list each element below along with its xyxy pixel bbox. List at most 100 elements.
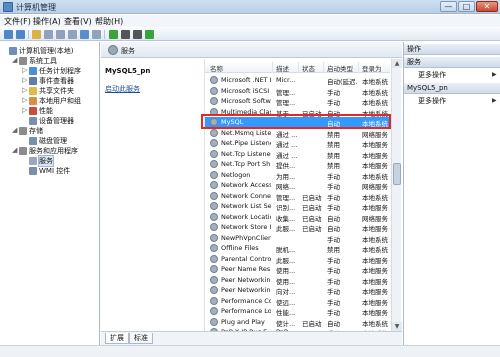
expand-arrow-icon[interactable]: ▷ — [22, 77, 28, 84]
service-row[interactable]: Performance Co... 使远... 手动 本地服务 — [205, 296, 390, 307]
more-actions-item[interactable]: 更多操作 — [418, 70, 446, 80]
play-icon[interactable] — [109, 30, 118, 39]
actions-section-header[interactable]: MySQL5_pn — [404, 83, 500, 94]
wmi-icon — [29, 167, 37, 175]
service-row[interactable]: Parental Controls 此服... 手动 本地服务 — [205, 254, 390, 265]
expand-arrow-icon[interactable]: ▷ — [22, 87, 28, 94]
service-startup-cell: 手动 — [327, 88, 340, 97]
back-icon[interactable] — [4, 30, 13, 39]
tree-item-label: 服务和应用程序 — [29, 147, 78, 155]
expand-arrow-icon — [22, 137, 28, 144]
collapse-arrow-icon[interactable]: ◢ — [12, 57, 18, 64]
service-row[interactable]: Performance Lo... 性能... 手动 本地服务 — [205, 306, 390, 317]
stop-icon[interactable] — [121, 30, 130, 39]
close-button[interactable]: ✕ — [476, 1, 498, 12]
service-logon-cell: 网络服务 — [362, 183, 388, 191]
start-service-link[interactable]: 启动此服务 — [105, 84, 140, 94]
pause-icon[interactable] — [133, 30, 142, 39]
service-row[interactable]: Peer Name Res... 使用... 手动 本地服务 — [205, 264, 390, 275]
service-row[interactable]: Network Locatio... 收集... 已启动自动 网络服务 — [205, 212, 390, 223]
export-list-icon[interactable] — [68, 30, 77, 39]
service-startup-cell: 手动 — [327, 309, 340, 317]
service-startup-cell: 手动 — [327, 99, 340, 107]
column-startup-type[interactable]: 启动类型 — [327, 63, 353, 73]
service-row[interactable]: Peer Networkin... 向对... 手动 本地服务 — [205, 285, 390, 296]
menu-action[interactable]: 操作(A) — [33, 16, 61, 27]
service-desc-cell: 此服... — [276, 256, 296, 265]
service-gear-icon — [210, 296, 218, 305]
service-logon-cell: 本地系统 — [362, 193, 388, 202]
service-row[interactable]: Net.Pipe Listene... 通过 ... 禁用 本地服务 — [205, 138, 390, 149]
status-bar — [0, 345, 500, 357]
service-logon-cell: 本地服务 — [362, 151, 388, 160]
properties-icon[interactable] — [92, 30, 101, 39]
console-tree: 计算机管理(本地) ◢ 系统工具 ▷ 任务计划程序 ▷ 事件查看器 ▷ 共享文件夹 ▷ 本地用户和组… — [0, 42, 100, 357]
show-hide-tree-icon[interactable] — [44, 30, 53, 39]
forward-icon[interactable] — [16, 30, 25, 39]
service-row[interactable]: Microsoft Softw... 管理... 手动 本地系统 — [205, 96, 390, 107]
vertical-scrollbar[interactable]: ▲ ▼ — [391, 59, 402, 331]
service-gear-icon — [210, 170, 218, 179]
service-startup-cell: 手动 — [327, 277, 340, 286]
service-row[interactable]: Peer Networkin... 使用... 手动 本地服务 — [205, 275, 390, 286]
service-row[interactable]: Net.Tcp Port Sh... 提供... 禁用 本地服务 — [205, 159, 390, 170]
service-row[interactable]: Net.Tcp Listener... 通过 ... 禁用 本地服务 — [205, 149, 390, 160]
maximize-button[interactable]: □ — [458, 1, 475, 12]
collapse-arrow-icon[interactable]: ◢ — [12, 127, 18, 134]
service-name-cell: Net.Pipe Listene... — [221, 139, 271, 147]
actions-section-header[interactable]: 服务 — [404, 57, 500, 68]
service-row[interactable]: Offline Files 脱机... 禁用 本地系统 — [205, 243, 390, 254]
service-name-cell: Offline Files — [221, 244, 259, 252]
collapse-arrow-icon[interactable]: ◢ — [12, 147, 18, 154]
expand-arrow-icon[interactable]: ▷ — [22, 67, 28, 74]
tree-item-label: 服务 — [38, 155, 54, 167]
menu-help[interactable]: 帮助(H) — [95, 16, 123, 27]
scroll-down-icon[interactable]: ▼ — [392, 322, 402, 331]
tree-item-label: 任务计划程序 — [39, 67, 81, 75]
menu-view[interactable]: 查看(V) — [64, 16, 92, 27]
services-apps-icon — [19, 147, 27, 155]
window-title: 计算机管理 — [16, 3, 56, 12]
service-row[interactable]: Microsoft iSCSI I... 管理... 手动 本地系统 — [205, 86, 390, 97]
service-row[interactable]: Network Access ... 网络... 手动 网络服务 — [205, 180, 390, 191]
service-row[interactable]: NewPhVpnClient... 手动 本地系统 — [205, 233, 390, 244]
scrollbar-thumb[interactable] — [393, 163, 401, 185]
service-status-cell: 已启动 — [302, 214, 322, 223]
scroll-up-icon[interactable]: ▲ — [392, 59, 402, 68]
service-row[interactable]: Net.Msmq Liste... 通过 ... 禁用 网络服务 — [205, 128, 390, 139]
service-name-cell: Network Store I... — [221, 223, 271, 231]
service-row[interactable]: Network List Ser... 识别... 已启动手动 本地服务 — [205, 201, 390, 212]
service-row[interactable]: Plug and Play 使计... 已启动 自动 本地系统 — [205, 317, 390, 328]
expand-arrow-icon[interactable]: ▷ — [22, 97, 28, 104]
storage-icon — [19, 127, 27, 135]
column-description[interactable]: 描述 — [276, 63, 289, 73]
menu-file[interactable]: 文件(F) — [4, 16, 31, 27]
help-icon[interactable] — [80, 30, 89, 39]
service-logon-cell: 本地服务 — [362, 162, 388, 170]
refresh-icon[interactable] — [56, 30, 65, 39]
service-row[interactable]: Network Store I... 此服... 已启动自动 本地服务 — [205, 222, 390, 233]
service-name-cell: Net.Tcp Listener... — [221, 149, 271, 158]
view-tabs: 扩展 标准 — [101, 331, 402, 345]
tree-item-label: 磁盘管理 — [39, 137, 67, 145]
service-desc-cell: 通过 ... — [276, 151, 298, 160]
up-folder-icon[interactable] — [32, 30, 41, 39]
column-status[interactable]: 状态 — [302, 63, 315, 73]
tab-standard[interactable]: 标准 — [129, 333, 153, 344]
expand-arrow-icon[interactable]: ▷ — [22, 107, 28, 114]
service-row[interactable]: Network Connec... 管理... 已启动手动 本地系统 — [205, 191, 390, 202]
computer-management-icon — [3, 2, 13, 12]
service-row[interactable]: Netlogon 为用... 手动 本地系统 — [205, 170, 390, 181]
restart-icon[interactable] — [145, 30, 154, 39]
service-desc-cell: 此服... — [276, 225, 296, 233]
column-name[interactable]: 名称 — [210, 63, 223, 73]
service-name-cell: Network List Ser... — [221, 202, 271, 210]
service-row[interactable]: Microsoft .NET F... Micr... 自动(延迟... 本地系统 — [205, 75, 390, 86]
tab-extended[interactable]: 扩展 — [105, 333, 129, 344]
column-logon-as[interactable]: 登录为 — [362, 63, 382, 73]
more-actions-item[interactable]: 更多操作 — [418, 96, 446, 106]
minimize-button[interactable]: — — [440, 1, 457, 12]
shared-folder-icon — [29, 87, 37, 95]
actions-section-header[interactable]: 操作 — [404, 44, 500, 55]
service-desc-cell: 通过 ... — [276, 141, 298, 149]
